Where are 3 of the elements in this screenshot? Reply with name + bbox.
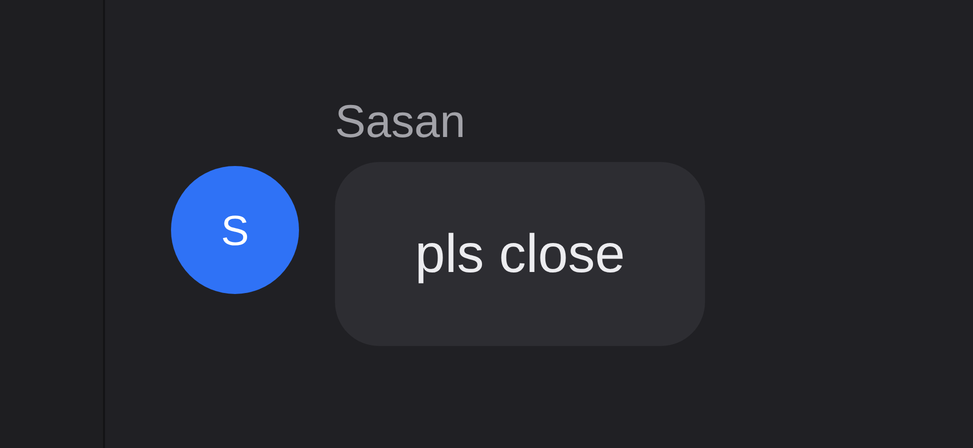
- avatar: S: [171, 166, 299, 294]
- message-bubble: pls close: [335, 162, 706, 346]
- sender-name: Sasan: [335, 94, 466, 149]
